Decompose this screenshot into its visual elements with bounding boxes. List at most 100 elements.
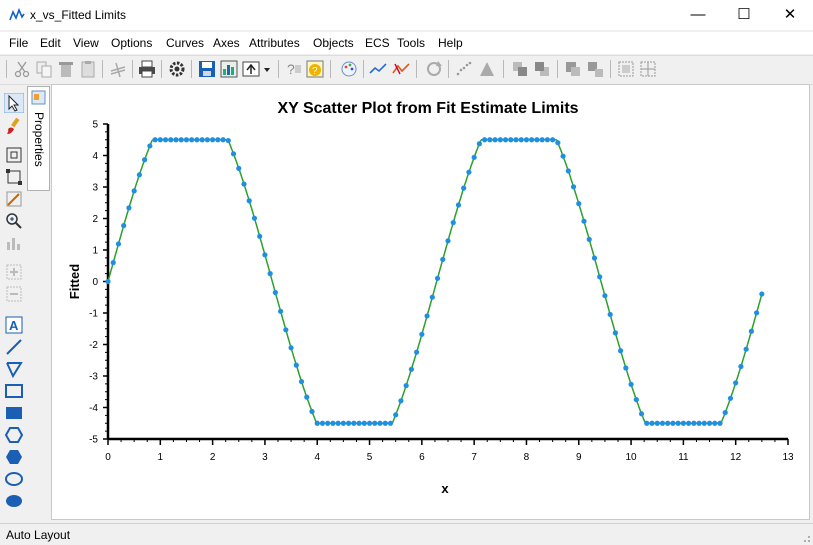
menu-tools[interactable]: Tools bbox=[397, 36, 425, 50]
scatter-plot[interactable]: XY Scatter Plot from Fit Estimate Limits… bbox=[52, 85, 809, 519]
rectangle-tool-icon[interactable] bbox=[4, 381, 24, 401]
x-tick-label: 0 bbox=[105, 452, 111, 463]
minimize-button[interactable]: — bbox=[675, 0, 721, 30]
x-tick-label: 7 bbox=[471, 452, 477, 463]
data-point bbox=[194, 137, 200, 143]
app-chart-icon bbox=[9, 8, 25, 21]
plot-canvas[interactable]: XY Scatter Plot from Fit Estimate Limits… bbox=[51, 84, 810, 520]
ellipse-tool-icon[interactable] bbox=[4, 469, 24, 489]
data-point bbox=[110, 260, 116, 266]
print-icon[interactable] bbox=[137, 59, 157, 79]
curve-fit-icon[interactable] bbox=[391, 59, 411, 79]
x-tick-label: 8 bbox=[524, 452, 530, 463]
scatter-icon[interactable] bbox=[454, 59, 474, 79]
zoom-box-icon[interactable] bbox=[4, 167, 24, 187]
x-tick-label: 10 bbox=[626, 452, 638, 463]
data-point bbox=[482, 137, 488, 143]
help-icon[interactable]: ? bbox=[305, 59, 325, 79]
add-axis-icon[interactable] bbox=[4, 262, 24, 282]
data-point bbox=[623, 365, 629, 371]
cut-icon[interactable] bbox=[12, 59, 32, 79]
close-button[interactable]: ✕ bbox=[767, 0, 813, 30]
data-point bbox=[529, 137, 535, 143]
data-point bbox=[644, 420, 650, 426]
y-tick-label: -5 bbox=[89, 435, 98, 446]
send-back-icon[interactable] bbox=[532, 59, 552, 79]
data-point bbox=[576, 201, 582, 207]
link-icon[interactable] bbox=[108, 59, 128, 79]
palette-icon[interactable] bbox=[339, 59, 359, 79]
paste-icon[interactable] bbox=[78, 59, 98, 79]
toolbar-separator bbox=[503, 60, 504, 78]
data-point bbox=[335, 420, 341, 426]
data-point bbox=[712, 420, 718, 426]
zoom-extents-icon[interactable] bbox=[4, 145, 24, 165]
layout-align-icon[interactable] bbox=[638, 59, 658, 79]
toolbar-separator bbox=[448, 60, 449, 78]
data-point bbox=[408, 366, 414, 372]
data-point bbox=[618, 348, 624, 354]
filled-rectangle-tool-icon[interactable] bbox=[4, 403, 24, 423]
bring-front-icon[interactable] bbox=[510, 59, 530, 79]
data-point bbox=[215, 137, 221, 143]
data-point bbox=[743, 346, 749, 352]
grid-icon[interactable] bbox=[4, 233, 24, 253]
select-arrow-icon[interactable] bbox=[4, 93, 24, 113]
data-point bbox=[251, 215, 258, 221]
text-tool-icon[interactable]: A bbox=[4, 315, 24, 335]
paint-brush-icon[interactable] bbox=[4, 116, 24, 136]
data-point bbox=[497, 137, 503, 143]
x-tick-label: 11 bbox=[678, 452, 689, 463]
resize-grip-icon[interactable] bbox=[801, 533, 811, 543]
menu-attributes[interactable]: Attributes bbox=[249, 36, 300, 50]
menu-ecs[interactable]: ECS bbox=[365, 36, 390, 50]
triangle-icon[interactable] bbox=[477, 59, 497, 79]
settings-icon[interactable] bbox=[167, 59, 187, 79]
curve-icon[interactable] bbox=[368, 59, 388, 79]
data-point bbox=[366, 420, 373, 426]
data-point bbox=[183, 137, 190, 143]
remove-axis-icon[interactable] bbox=[4, 284, 24, 304]
menu-help[interactable]: Help bbox=[438, 36, 463, 50]
data-point bbox=[440, 256, 446, 263]
dropdown-icon[interactable] bbox=[262, 59, 272, 79]
menu-curves[interactable]: Curves bbox=[166, 36, 204, 50]
menu-file[interactable]: File bbox=[9, 36, 28, 50]
x-tick-label: 6 bbox=[419, 452, 425, 463]
window-title: x_vs_Fitted Limits bbox=[30, 8, 127, 22]
data-point bbox=[278, 308, 284, 314]
rotate-icon[interactable] bbox=[424, 59, 444, 79]
menu-bar: File Edit View Options Curves Axes Attri… bbox=[0, 32, 813, 54]
menu-edit[interactable]: Edit bbox=[40, 36, 61, 50]
data-point bbox=[461, 185, 467, 191]
layout-icon[interactable] bbox=[616, 59, 636, 79]
menu-axes[interactable]: Axes bbox=[213, 36, 240, 50]
polyline-tool-icon[interactable] bbox=[4, 359, 24, 379]
export-icon[interactable] bbox=[241, 59, 261, 79]
data-point bbox=[304, 394, 310, 400]
help-pointer-icon[interactable]: ? bbox=[284, 59, 304, 79]
zoom-icon[interactable] bbox=[4, 211, 24, 231]
data-point bbox=[314, 420, 320, 426]
data-point bbox=[733, 380, 739, 386]
filled-ellipse-tool-icon[interactable] bbox=[4, 491, 24, 511]
menu-view[interactable]: View bbox=[73, 36, 99, 50]
data-point bbox=[346, 420, 352, 426]
hexagon-tool-icon[interactable] bbox=[4, 425, 24, 445]
export-image-icon[interactable] bbox=[219, 59, 239, 79]
data-point bbox=[105, 278, 111, 285]
menu-objects[interactable]: Objects bbox=[313, 36, 354, 50]
delete-icon[interactable] bbox=[56, 59, 76, 79]
group-icon[interactable] bbox=[563, 59, 583, 79]
y-tick-label: 5 bbox=[92, 120, 98, 131]
toolbar-separator bbox=[6, 60, 7, 78]
save-icon[interactable] bbox=[197, 59, 217, 79]
draw-point-icon[interactable] bbox=[4, 189, 24, 209]
line-tool-icon[interactable] bbox=[4, 337, 24, 357]
menu-options[interactable]: Options bbox=[111, 36, 152, 50]
ungroup-icon[interactable] bbox=[585, 59, 605, 79]
data-point bbox=[356, 420, 362, 426]
filled-hexagon-tool-icon[interactable] bbox=[4, 447, 24, 467]
copy-icon[interactable] bbox=[34, 59, 54, 79]
maximize-button[interactable]: ☐ bbox=[721, 0, 767, 30]
